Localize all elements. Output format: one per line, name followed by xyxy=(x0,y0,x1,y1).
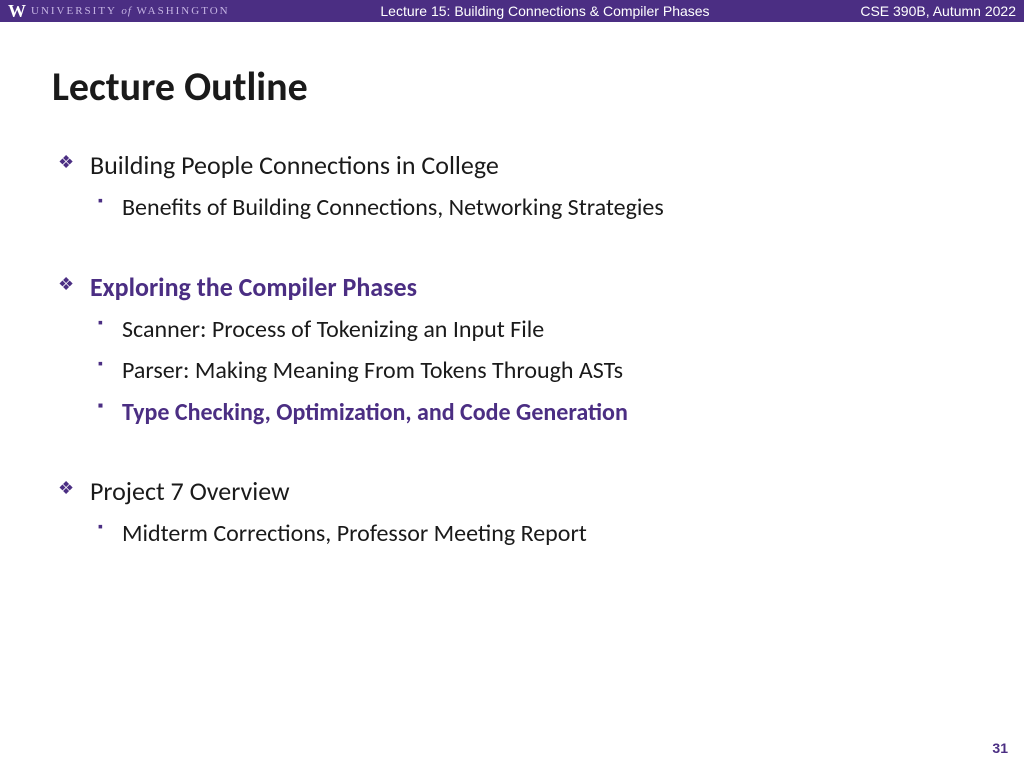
outline-subitem: Parser: Making Meaning From Tokens Throu… xyxy=(90,354,972,388)
outline-sublist: Midterm Corrections, Professor Meeting R… xyxy=(90,517,972,551)
uw-text-university: UNIVERSITY xyxy=(31,5,117,17)
outline-item-text: Building People Connections in College xyxy=(90,149,499,181)
uw-logo: W UNIVERSITY of WASHINGTON xyxy=(8,1,230,22)
course-label: CSE 390B, Autumn 2022 xyxy=(860,3,1016,19)
uw-text-of: of xyxy=(121,5,132,17)
outline-item: Exploring the Compiler Phases Scanner: Pr… xyxy=(52,271,972,430)
outline-sublist: Scanner: Process of Tokenizing an Input … xyxy=(90,313,972,430)
outline-item: Building People Connections in College Be… xyxy=(52,149,972,225)
header-bar: W UNIVERSITY of WASHINGTON Lecture 15: B… xyxy=(0,0,1024,22)
uw-university-text: UNIVERSITY of WASHINGTON xyxy=(31,5,230,17)
outline-subitem: Scanner: Process of Tokenizing an Input … xyxy=(90,313,972,347)
outline-sublist: Benefits of Building Connections, Networ… xyxy=(90,191,972,225)
outline-subitem: Midterm Corrections, Professor Meeting R… xyxy=(90,517,972,551)
uw-w-icon: W xyxy=(8,1,25,22)
outline-item: Project 7 Overview Midterm Corrections, P… xyxy=(52,475,972,551)
page-number: 31 xyxy=(992,740,1008,756)
slide-content: Lecture Outline Building People Connecti… xyxy=(0,22,1024,551)
outline-subitem: Benefits of Building Connections, Networ… xyxy=(90,191,972,225)
outline-item-text: Exploring the Compiler Phases xyxy=(90,271,417,303)
outline-item-text: Project 7 Overview xyxy=(90,475,290,507)
slide-title: Lecture Outline xyxy=(52,62,972,111)
outline-list: Building People Connections in College Be… xyxy=(52,149,972,551)
outline-subitem: Type Checking, Optimization, and Code Ge… xyxy=(90,396,972,430)
lecture-title: Lecture 15: Building Connections & Compi… xyxy=(230,3,861,19)
uw-text-washington: WASHINGTON xyxy=(136,5,229,17)
